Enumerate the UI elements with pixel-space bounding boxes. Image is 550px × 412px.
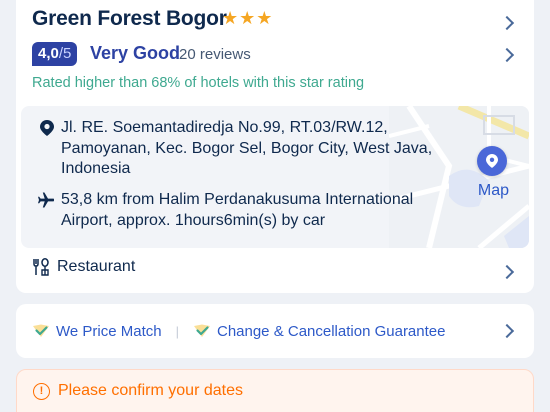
cancellation-check-icon bbox=[193, 324, 210, 337]
rating-word[interactable]: Very Good bbox=[90, 43, 180, 64]
reviews-count[interactable]: 20 reviews bbox=[179, 46, 251, 63]
alert-icon: ! bbox=[33, 382, 50, 400]
location-section[interactable]: Jl. RE. Soemantadiredja No.99, RT.03/RW.… bbox=[21, 106, 529, 248]
rating-out-of: /5 bbox=[58, 45, 72, 62]
fork-knife-icon bbox=[33, 258, 49, 276]
star-icon: ★ bbox=[256, 8, 273, 28]
hotel-info-card: Green Forest Bogor ★ ★ ★ 4,0/5 Very Good… bbox=[16, 0, 534, 293]
confirm-dates-text[interactable]: Please confirm your dates bbox=[58, 382, 243, 400]
guarantee-separator: | bbox=[175, 323, 179, 339]
guarantees-chevron-icon[interactable] bbox=[499, 323, 515, 339]
hotel-name: Green Forest Bogor bbox=[32, 7, 227, 30]
cancellation-guarantee-label[interactable]: Change & Cancellation Guarantee bbox=[217, 323, 446, 340]
restaurant-chevron-icon[interactable] bbox=[499, 264, 515, 280]
star-icon: ★ bbox=[239, 8, 256, 28]
star-rating: ★ ★ ★ bbox=[222, 8, 272, 28]
star-icon: ★ bbox=[222, 8, 239, 28]
airport-distance: 53,8 km from Halim Perdanakusuma Interna… bbox=[61, 191, 414, 229]
rating-badge[interactable]: 4,0/5 bbox=[32, 42, 78, 66]
restaurant-facility[interactable]: Restaurant bbox=[32, 258, 135, 276]
reviews-chevron-icon[interactable] bbox=[499, 47, 515, 63]
rated-higher-text: Rated higher than 68% of hotels with thi… bbox=[32, 75, 365, 91]
map-link[interactable]: Map bbox=[478, 182, 509, 200]
guarantees-row[interactable]: We Price Match | Change & Cancellation G… bbox=[32, 304, 445, 358]
map-pin-icon[interactable] bbox=[477, 146, 507, 176]
price-match-check-icon bbox=[33, 324, 49, 337]
airplane-icon bbox=[38, 192, 54, 208]
price-match-label[interactable]: We Price Match bbox=[56, 323, 162, 340]
confirm-dates-row[interactable]: ! Please confirm your dates bbox=[33, 382, 243, 400]
confirm-dates-banner[interactable]: ! Please confirm your dates bbox=[16, 369, 534, 412]
guarantees-card[interactable]: We Price Match | Change & Cancellation G… bbox=[16, 304, 534, 358]
hotel-address: Jl. RE. Soemantadiredja No.99, RT.03/RW.… bbox=[61, 119, 433, 177]
restaurant-label: Restaurant bbox=[57, 258, 136, 275]
hotel-details-chevron-icon[interactable] bbox=[499, 15, 515, 31]
location-pin-icon bbox=[40, 120, 54, 136]
rating-score: 4,0 bbox=[38, 45, 59, 62]
